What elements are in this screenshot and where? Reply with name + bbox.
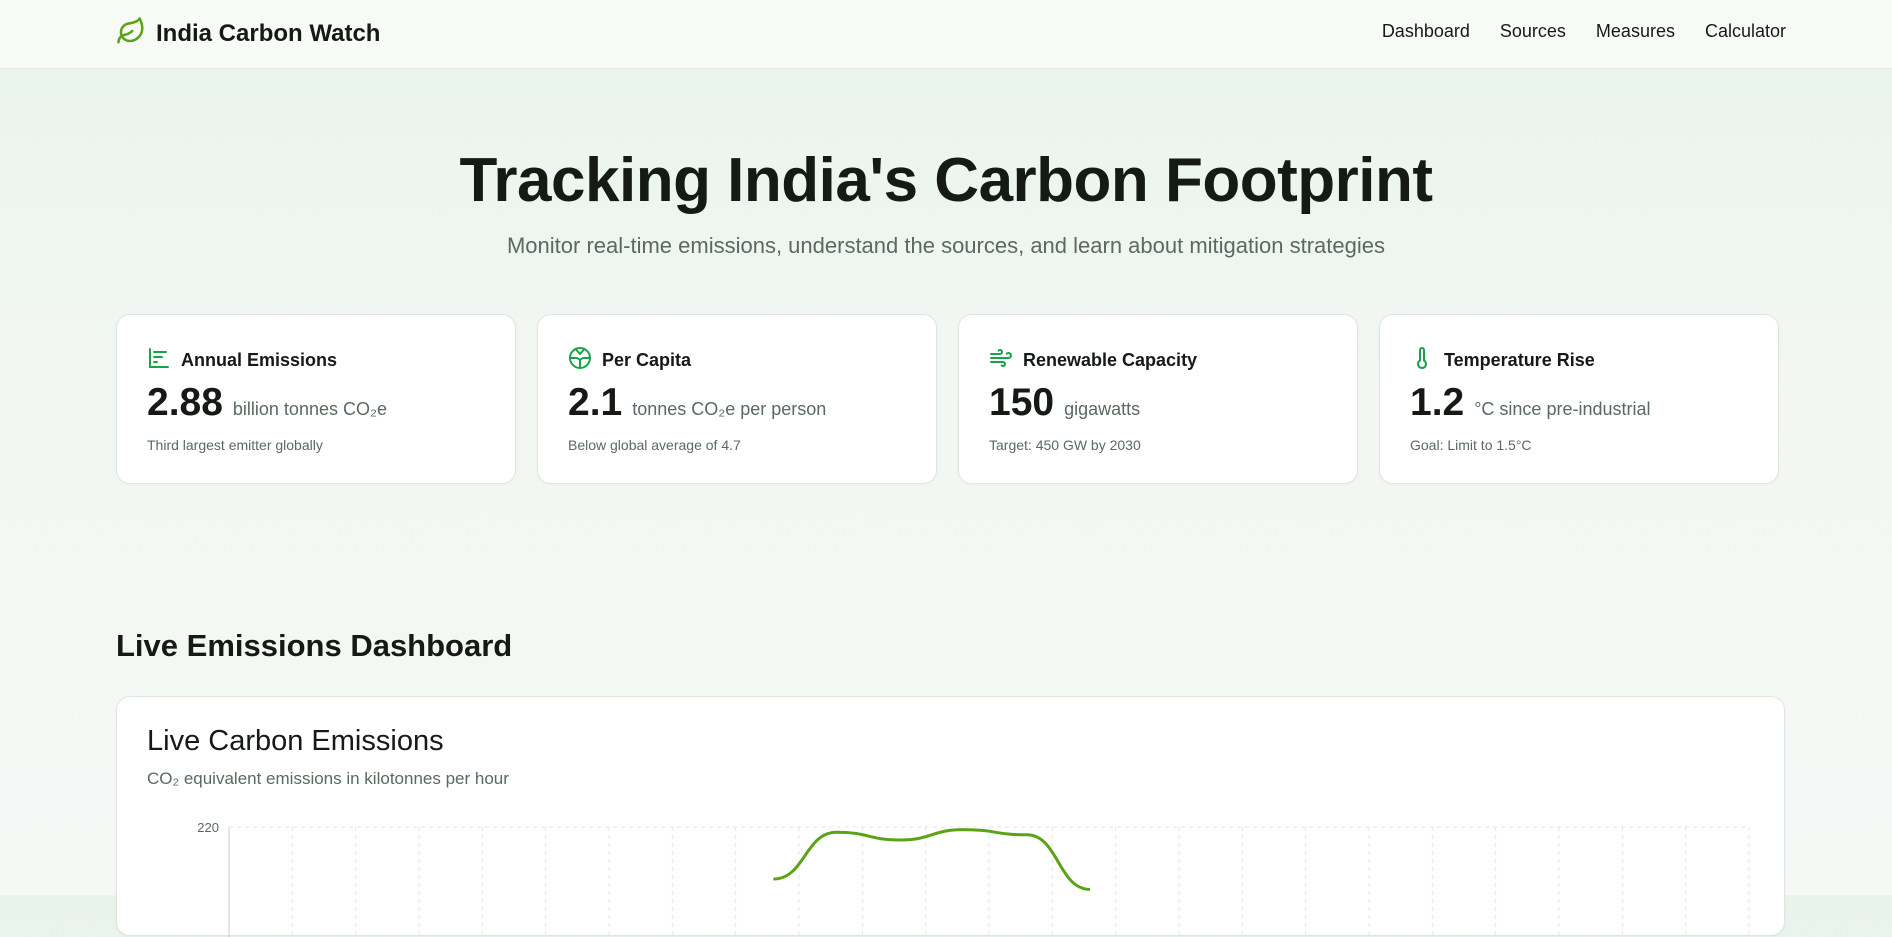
- hero-title: Tracking India's Carbon Footprint: [459, 146, 1433, 215]
- nav-link-calculator[interactable]: Calculator: [1705, 21, 1786, 42]
- stat-card-renewable-capacity: Renewable Capacity 150 gigawatts Target:…: [958, 314, 1358, 484]
- stat-note: Target: 450 GW by 2030: [989, 437, 1141, 453]
- brand[interactable]: India Carbon Watch: [116, 16, 380, 51]
- nav-links: Dashboard Sources Measures Calculator: [1382, 21, 1786, 42]
- globe-icon: [568, 346, 592, 375]
- stat-note: Goal: Limit to 1.5°C: [1410, 437, 1532, 453]
- stat-unit: tonnes CO₂e per person: [632, 399, 827, 419]
- stat-card-per-capita: Per Capita 2.1 tonnes CO₂e per person Be…: [537, 314, 937, 484]
- navbar: India Carbon Watch Dashboard Sources Mea…: [0, 0, 1892, 69]
- nav-link-dashboard[interactable]: Dashboard: [1382, 21, 1470, 42]
- section-title: Live Emissions Dashboard: [116, 628, 513, 663]
- stat-note: Third largest emitter globally: [147, 437, 323, 453]
- nav-link-measures[interactable]: Measures: [1596, 21, 1675, 42]
- stat-card-temperature-rise: Temperature Rise 1.2 °C since pre-indust…: [1379, 314, 1779, 484]
- wind-icon: [989, 346, 1013, 375]
- brand-name: India Carbon Watch: [156, 19, 381, 47]
- emissions-series-line: [773, 828, 1091, 891]
- hero-subtitle: Monitor real-time emissions, understand …: [506, 233, 1385, 258]
- stat-value: 2.88: [147, 381, 223, 424]
- stat-label: Renewable Capacity: [1023, 349, 1198, 370]
- stat-card-annual-emissions: Annual Emissions 2.88 billion tonnes CO₂…: [116, 314, 516, 484]
- stat-label: Per Capita: [602, 349, 692, 370]
- stat-label: Annual Emissions: [181, 349, 338, 370]
- thermometer-icon: [1410, 346, 1434, 375]
- stat-value: 2.1: [568, 381, 623, 424]
- stat-value: 150: [989, 381, 1055, 424]
- stat-cards: Annual Emissions 2.88 billion tonnes CO₂…: [116, 314, 1779, 484]
- emissions-line-chart: 220: [197, 820, 1750, 937]
- stat-unit: billion tonnes CO₂e: [232, 399, 387, 419]
- stat-unit: °C since pre-industrial: [1474, 399, 1651, 419]
- nav-link-sources[interactable]: Sources: [1500, 21, 1566, 42]
- live-emissions-chart-card: Live Carbon Emissions CO₂ equivalent emi…: [116, 696, 1785, 937]
- leaf-icon: [116, 16, 146, 51]
- bar-chart-icon: [147, 346, 171, 375]
- stat-value: 1.2: [1410, 381, 1465, 424]
- stat-label: Temperature Rise: [1444, 349, 1595, 370]
- stat-note: Below global average of 4.7: [568, 437, 741, 453]
- stat-unit: gigawatts: [1064, 399, 1141, 419]
- y-tick-label: 220: [197, 820, 219, 835]
